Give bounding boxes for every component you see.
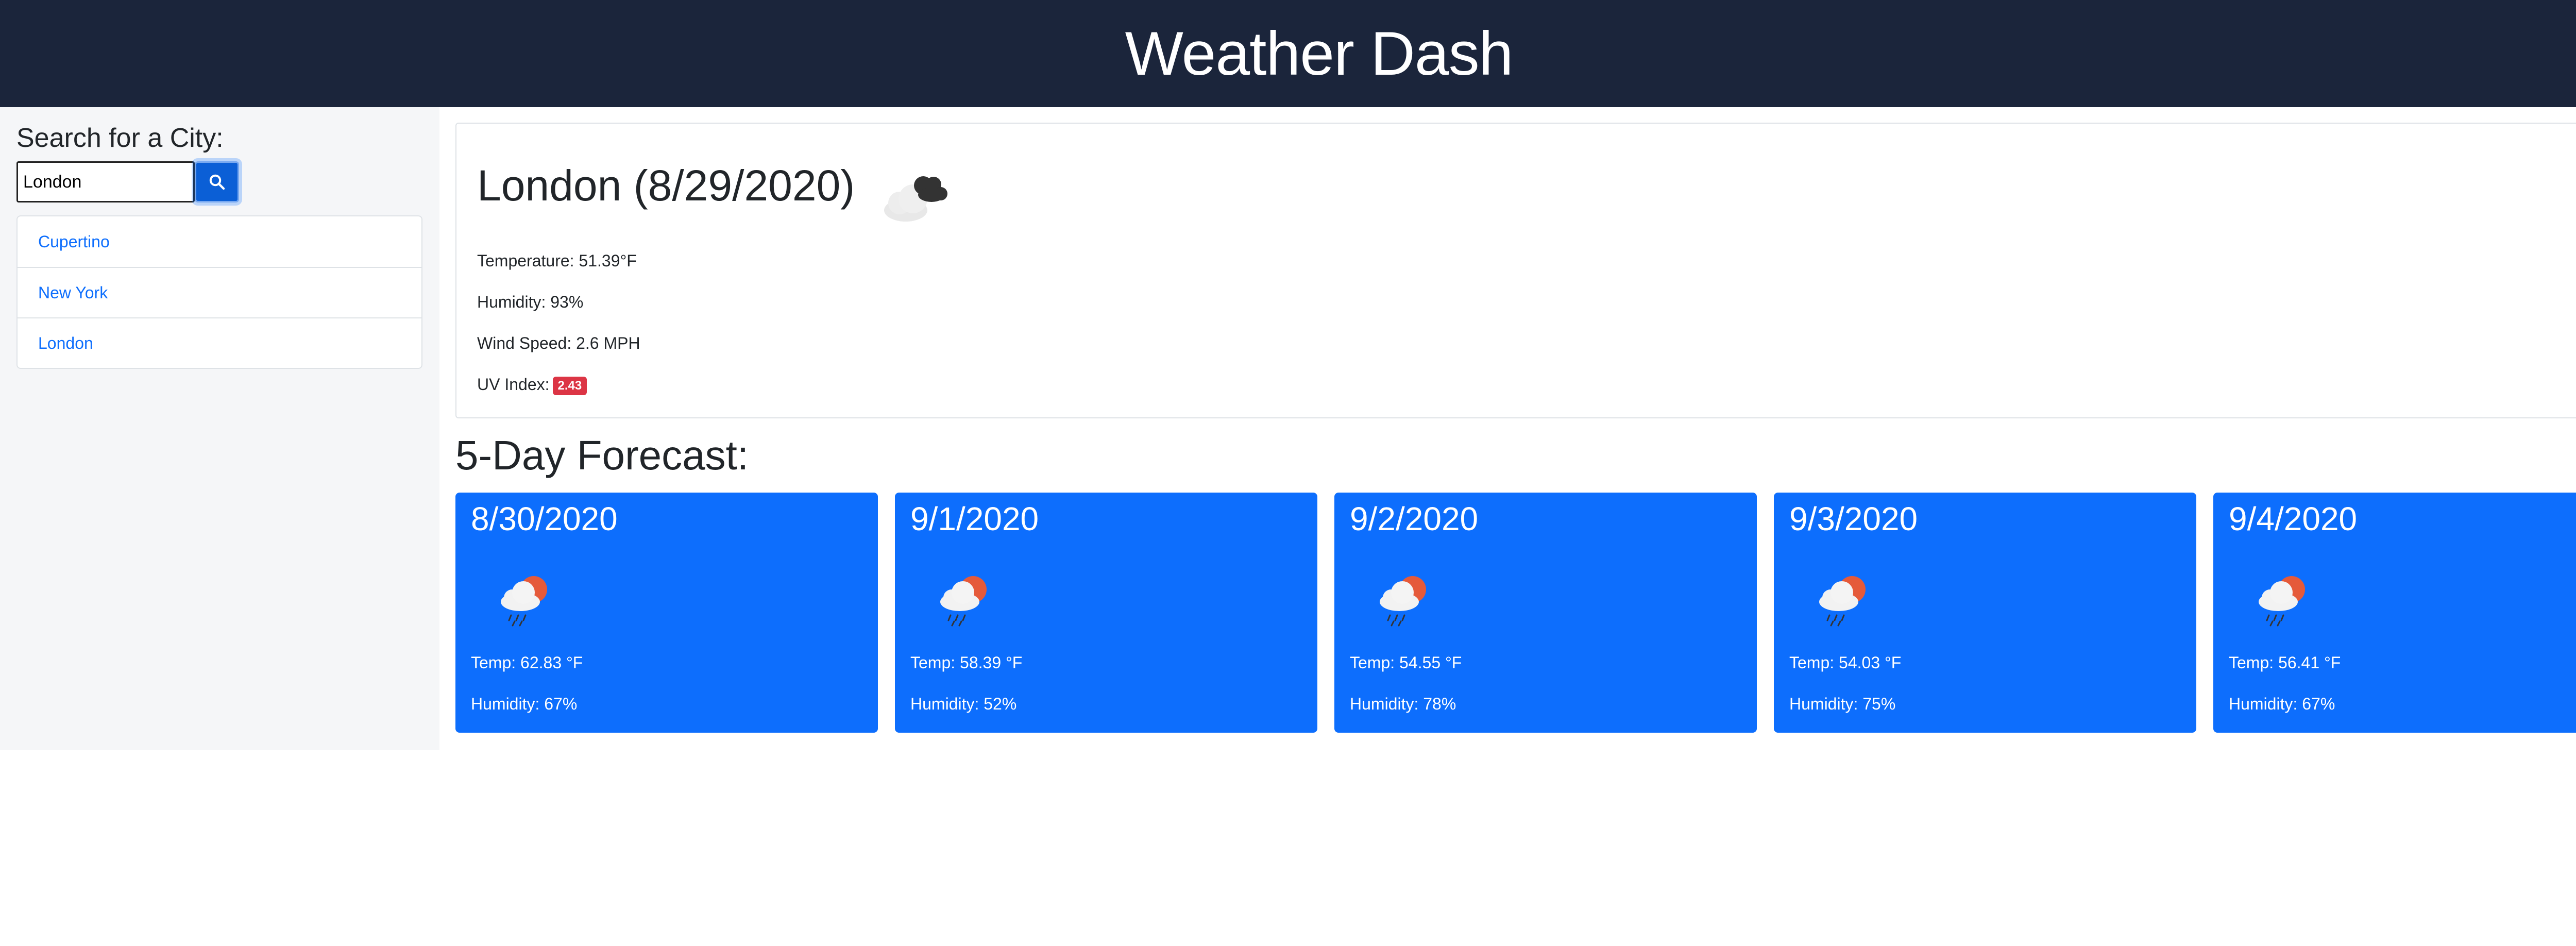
forecast-temp: Temp: 54.03 °F [1789,653,1902,672]
current-weather-card: London (8/29/2020) Temperature: 51.39°F … [455,123,2576,418]
forecast-date: 9/3/2020 [1789,500,1918,537]
uv-index-label: UV Index: [477,375,550,394]
rain-sun-icon [501,576,547,627]
history-item-cupertino[interactable]: Cupertino [18,216,421,267]
sidebar: Search for a City: Cupertino New York Lo… [0,107,439,750]
search-input[interactable] [16,161,195,202]
forecast-temp: Temp: 54.55 °F [1350,653,1462,672]
forecast-heading: 5-Day Forecast: [455,432,749,478]
forecast-date: 9/1/2020 [910,500,1039,537]
humidity-text: Humidity: 93% [477,293,584,311]
forecast-humidity: Humidity: 52% [910,695,1017,713]
history-item-london[interactable]: London [18,317,421,368]
forecast-humidity: Humidity: 67% [2229,695,2335,713]
search-button[interactable] [195,161,239,202]
search-icon [209,174,225,190]
forecast-temp: Temp: 62.83 °F [471,653,583,672]
current-city-title: London (8/29/2020) [477,161,855,210]
uv-index-badge: 2.43 [552,376,587,395]
forecast-humidity: Humidity: 78% [1350,695,1456,713]
app-header: Weather Dash [0,0,2576,107]
forecast-date: 9/4/2020 [2229,500,2358,537]
cloudy-icon [884,176,947,222]
forecast-temp: Temp: 58.39 °F [910,653,1023,672]
forecast-humidity: Humidity: 67% [471,695,578,713]
rain-sun-icon [940,576,987,627]
forecast-temp: Temp: 56.41 °F [2229,653,2341,672]
forecast-card: 9/2/2020 Temp: 54.55 °F Humidity: 78% [1334,493,1757,733]
forecast-date: 9/2/2020 [1350,500,1479,537]
rain-sun-icon [1380,576,1426,627]
wind-speed-text: Wind Speed: 2.6 MPH [477,334,640,352]
app-title: Weather Dash [1125,19,1514,88]
forecast-card: 8/30/2020 Temp: 62.83 °F Humidity: 67% [455,493,878,733]
search-history-list: Cupertino New York London [16,215,422,369]
rain-sun-icon [1819,576,1866,627]
search-label: Search for a City: [16,123,224,153]
forecast-date: 8/30/2020 [471,500,618,537]
forecast-humidity: Humidity: 75% [1789,695,1896,713]
uv-index-row: UV Index: 2.43 [477,375,587,395]
temperature-text: Temperature: 51.39°F [477,251,637,270]
forecast-card: 9/3/2020 Temp: 54.03 °F Humidity: 75% [1774,493,2196,733]
forecast-card: 9/4/2020 Temp: 56.41 °F Humidity: 67% [2213,493,2576,733]
rain-sun-icon [2259,576,2305,627]
forecast-card: 9/1/2020 Temp: 58.39 °F Humidity: 52% [895,493,1317,733]
history-item-new-york[interactable]: New York [18,267,421,317]
